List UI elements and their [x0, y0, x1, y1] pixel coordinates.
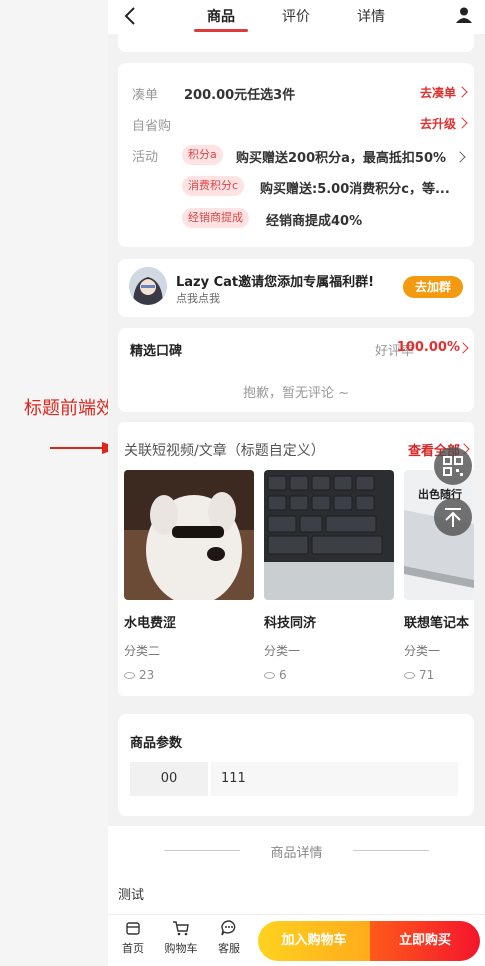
self-buy-label: 自省购 [132, 119, 172, 134]
eye-icon [124, 672, 135, 679]
activity-text: 经销商提成40% [266, 214, 363, 229]
activity-label: 活动 [132, 150, 159, 165]
related-thumbnail [124, 470, 254, 600]
activity-chevron-icon[interactable] [454, 151, 466, 163]
activity-tag: 经销商提成 [182, 208, 249, 228]
related-thumbnail [264, 470, 394, 600]
qr-code-icon [443, 456, 463, 476]
join-group-button[interactable]: 去加群 [403, 276, 463, 298]
related-item-views: 23 [124, 668, 154, 682]
nav-home[interactable]: 首页 [111, 919, 155, 956]
details-title: 商品详情 [270, 846, 323, 861]
top-nav: 商品 评价 详情 [108, 0, 485, 34]
back-to-top-button[interactable] [434, 498, 472, 536]
related-content-card: 关联短视频/文章（标题自定义） 查看全部 水电费涩 分类二 23 科技同济 分类… [118, 422, 474, 696]
arrow-up-icon [445, 508, 461, 527]
qr-code-button[interactable] [434, 447, 472, 485]
buy-now-button[interactable]: 立即购买 [370, 921, 480, 961]
review-empty-text: 抱歉，暂无评论 ~ [242, 386, 350, 401]
bundle-text: 200.00元任选3件 [184, 88, 296, 103]
review-card: 精选口碑 好评率 100.00% 抱歉，暂无评论 ~ [118, 328, 474, 412]
bottom-bar: 首页 购物车 客服 加入购物车 立即购买 [108, 914, 485, 966]
details-body: 测试 [118, 888, 145, 903]
eye-icon [264, 672, 275, 679]
related-item[interactable]: 水电费涩 分类二 23 [124, 470, 254, 682]
related-item-views: 71 [404, 668, 434, 682]
bundle-chevron-icon [456, 86, 468, 98]
divider [353, 850, 429, 851]
user-icon[interactable] [455, 6, 473, 24]
related-item-category: 分类一 [264, 644, 301, 658]
params-card: 商品参数 00 111 [118, 714, 474, 816]
related-item[interactable]: 科技同济 分类一 6 [264, 470, 394, 682]
upgrade-chevron-icon [456, 117, 468, 129]
bundle-label: 凑单 [132, 88, 159, 103]
review-title: 精选口碑 [130, 344, 183, 359]
param-value: 111 [211, 762, 458, 796]
eye-icon [404, 672, 415, 679]
related-item-name: 联想笔记本 [404, 616, 470, 631]
nav-cart[interactable]: 购物车 [159, 919, 203, 956]
tab-details[interactable]: 详情 [357, 6, 385, 26]
positive-rate-value[interactable]: 100.00% [397, 340, 460, 355]
related-item-name: 水电费涩 [124, 616, 177, 631]
add-to-cart-button[interactable]: 加入购物车 [258, 921, 370, 961]
activity-text: 购买赠送200积分a，最高抵扣50% [236, 151, 447, 166]
activity-text: 购买赠送:5.00消费积分c，等... [260, 182, 450, 197]
details-section: 商品详情 测试 [108, 826, 485, 914]
activity-tag: 积分a [182, 145, 223, 165]
nav-service[interactable]: 客服 [207, 919, 251, 956]
param-key: 00 [130, 762, 208, 796]
invite-title: Lazy Cat邀请您添加专属福利群! [176, 275, 375, 290]
phone-screen: 商品 评价 详情 凑单 200.00元任选3件 去凑单 自省购 去升级 活动 积… [108, 0, 485, 966]
tab-reviews[interactable]: 评价 [282, 6, 310, 26]
related-title: 关联短视频/文章（标题自定义） [124, 443, 325, 459]
cart-icon [173, 921, 189, 936]
home-icon [126, 922, 140, 935]
active-tab-indicator [194, 29, 248, 32]
back-arrow-icon[interactable] [120, 5, 142, 27]
activity-tag: 消费积分c [182, 176, 245, 196]
invite-card[interactable]: Lazy Cat邀请您添加专属福利群! 点我点我 去加群 [118, 259, 474, 317]
invite-subtitle: 点我点我 [176, 292, 220, 305]
bundle-link[interactable]: 去凑单 [420, 84, 456, 101]
related-item-category: 分类二 [124, 644, 161, 658]
tab-goods[interactable]: 商品 [207, 6, 235, 26]
params-title: 商品参数 [130, 736, 183, 751]
related-item-views: 6 [264, 668, 287, 682]
avatar [129, 267, 167, 305]
related-item-name: 科技同济 [264, 616, 317, 631]
chat-icon [221, 920, 236, 936]
product-info-card [118, 34, 474, 52]
upgrade-link[interactable]: 去升级 [420, 115, 456, 132]
promo-card: 凑单 200.00元任选3件 去凑单 自省购 去升级 活动 积分a 购买赠送20… [118, 63, 474, 247]
related-item-category: 分类一 [404, 644, 441, 658]
